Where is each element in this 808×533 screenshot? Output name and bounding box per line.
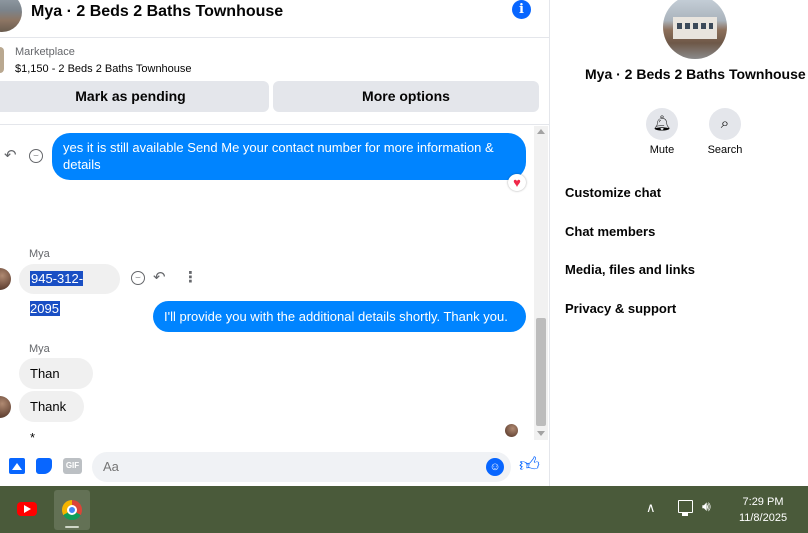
conversation-title[interactable]: Mya · 2 Beds 2 Baths Townhouse [31,3,283,21]
search-action[interactable]: ⌕ Search [699,108,751,156]
mute-label: Mute [649,144,675,156]
message-incoming[interactable]: 945-312-2095 [19,264,120,316]
mark-as-pending-button[interactable]: Mark as pending [0,81,269,112]
listing-kicker: Marketplace [15,46,75,58]
photo-icon[interactable] [9,458,25,474]
sender-avatar[interactable] [0,268,11,290]
chat-header: Mya · 2 Beds 2 Baths Townhouse i [0,0,550,38]
youtube-icon[interactable] [17,502,37,516]
react-smiley-icon[interactable]: ⌣ [131,271,145,285]
mute-action[interactable]: 🔔︎ Mute [636,108,688,156]
scroll-down-arrow-icon[interactable] [537,431,545,436]
message-composer: GIF ☺ 👍︎ [0,448,550,486]
search-label: Search [707,144,743,156]
like-thumb-icon[interactable]: 👍︎ [519,454,540,476]
messenger-window: Mya · 2 Beds 2 Baths Townhouse i Marketp… [0,0,808,533]
network-icon[interactable] [678,500,693,516]
more-options-button[interactable]: More options [273,81,539,112]
menu-privacy-support[interactable]: Privacy & support [565,301,676,316]
chat-column: Mya · 2 Beds 2 Baths Townhouse i Marketp… [0,0,550,486]
seen-indicator-avatar [505,424,518,437]
search-icon[interactable]: ⌕ [709,108,741,140]
listing-title[interactable]: $1,150 - 2 Beds 2 Baths Townhouse [15,63,192,75]
more-vertical-icon[interactable]: ⋮ [183,270,198,285]
conversation-avatar[interactable] [0,0,22,32]
message-thread[interactable]: ↶ ⌣ yes it is still available Send Me yo… [0,126,533,440]
listing-thumbnail[interactable] [0,47,4,73]
menu-customize-chat[interactable]: Customize chat [565,185,661,200]
message-incoming[interactable]: Thank * [19,391,84,440]
active-app-indicator [65,526,79,528]
heart-reaction-icon[interactable]: ♥ [508,174,526,191]
message-outgoing[interactable]: yes it is still available Send Me your c… [52,133,526,180]
info-icon[interactable]: i [512,0,531,19]
chevron-up-icon[interactable]: ∧ [646,500,656,516]
sender-avatar[interactable] [0,396,11,418]
scroll-up-arrow-icon[interactable] [537,129,545,134]
menu-chat-members[interactable]: Chat members [565,224,655,239]
reply-icon[interactable]: ↶ [153,270,166,285]
volume-icon[interactable]: 🔊︎ [702,498,711,515]
react-smiley-icon[interactable]: ⌣ [29,149,43,163]
panel-conversation-name: Mya · 2 Beds 2 Baths Townhouse [585,66,806,82]
chrome-icon [62,500,82,520]
sender-name: Mya [29,248,50,260]
marketplace-listing-card: Marketplace $1,150 - 2 Beds 2 Baths Town… [0,39,550,125]
gif-icon[interactable]: GIF [63,458,82,474]
reply-icon[interactable]: ↶ [4,148,17,163]
selected-phone-number[interactable]: 945-312-2095 [30,271,84,316]
thread-scrollbar[interactable] [534,126,548,440]
chrome-taskbar-button[interactable] [54,490,90,530]
bell-icon[interactable]: 🔔︎ [646,108,678,140]
clock-date: 11/8/2025 [738,512,788,524]
system-clock[interactable]: 7:29 PM 11/8/2025 [730,494,796,526]
scrollbar-thumb[interactable] [536,318,546,426]
emoji-icon[interactable]: ☺ [486,458,504,476]
sticker-icon[interactable] [36,458,52,474]
sender-name: Mya [29,343,50,355]
menu-media-files-links[interactable]: Media, files and links [565,262,695,277]
listing-photo[interactable] [663,0,727,59]
message-input[interactable] [92,452,511,482]
clock-time: 7:29 PM [742,496,784,508]
conversation-info-panel: Mya · 2 Beds 2 Baths Townhouse 🔔︎ Mute ⌕… [551,0,808,486]
message-outgoing[interactable]: I'll provide you with the additional det… [153,301,526,332]
taskbar: ∧ 🔊︎ 7:29 PM 11/8/2025 [0,486,808,533]
message-incoming[interactable]: Than you [19,358,93,412]
